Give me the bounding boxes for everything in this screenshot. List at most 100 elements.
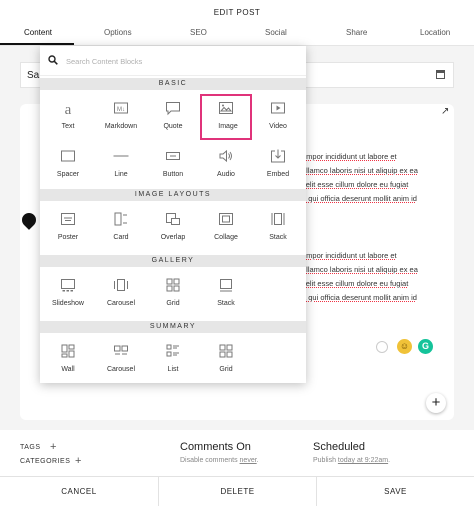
schedule-time-link[interactable]: today at 9:22am — [338, 457, 388, 464]
block-overlap[interactable]: Overlap — [147, 205, 199, 251]
paragraph-line: ullamco laboris nisi ut aliquip ex ea — [302, 166, 418, 175]
grid-icon — [166, 278, 180, 292]
block-stack-gallery[interactable]: Stack — [200, 271, 252, 317]
block-label: Markdown — [104, 123, 138, 130]
paragraph-line: velit esse cillum dolore eu fugiat — [302, 180, 409, 189]
cancel-button[interactable]: CANCEL — [0, 477, 158, 506]
block-label: Stack — [217, 300, 235, 307]
block-label: Image — [218, 123, 238, 130]
tags-label: TAGS — [20, 444, 41, 451]
slideshow-icon — [61, 279, 75, 292]
post-title-value: Sa — [27, 70, 40, 81]
video-icon — [271, 102, 285, 114]
stack-icon — [271, 213, 285, 225]
schedule-sub-suffix: . — [388, 457, 391, 464]
block-label: Slideshow — [52, 300, 84, 307]
block-label: Carousel — [106, 366, 135, 373]
block-label: Stack — [269, 234, 287, 241]
comments-never-link[interactable]: never — [240, 457, 257, 464]
block-audio[interactable]: Audio — [200, 142, 252, 188]
stack-icon — [220, 279, 232, 292]
paragraph-line: a qui officia deserunt mollit anim id — [302, 293, 417, 302]
delete-button[interactable]: DELETE — [159, 477, 316, 506]
wall-icon — [61, 344, 75, 358]
section-summary-header: SUMMARY — [40, 321, 306, 333]
button-icon — [166, 152, 180, 160]
carousel-icon — [114, 345, 128, 355]
svg-text:M↓: M↓ — [117, 107, 125, 113]
card-icon — [114, 212, 127, 226]
block-carousel-gallery[interactable]: Carousel — [95, 271, 147, 317]
assist-icon[interactable] — [376, 341, 388, 353]
schedule-heading[interactable]: Scheduled — [313, 441, 365, 453]
block-quote[interactable]: Quote — [147, 94, 199, 140]
block-label: Wall — [61, 366, 75, 373]
grammarly-icon[interactable]: G — [418, 339, 433, 354]
carousel-icon — [114, 279, 128, 291]
block-video[interactable]: Video — [252, 94, 304, 140]
block-label: Overlap — [160, 234, 186, 241]
page-title: EDIT POST — [213, 8, 261, 17]
grammar-toolbar: ☺ G — [372, 338, 436, 356]
tab-content[interactable]: Content — [24, 28, 52, 37]
block-card[interactable]: Card — [95, 205, 147, 251]
tab-social[interactable]: Social — [265, 28, 287, 37]
block-embed[interactable]: Embed — [252, 142, 304, 188]
block-line[interactable]: Line — [95, 142, 147, 188]
schedule-sub-prefix: Publish — [313, 457, 338, 464]
block-text[interactable]: a Text — [42, 94, 94, 140]
expand-icon[interactable]: ↗ — [441, 106, 449, 117]
add-tag-icon[interactable]: + — [50, 441, 56, 453]
block-poster[interactable]: Poster — [42, 205, 94, 251]
comments-sub-prefix: Disable comments — [180, 457, 240, 464]
block-image[interactable]: Image — [200, 94, 252, 140]
paragraph-line: empor incididunt ut labore et — [302, 152, 397, 161]
audio-icon — [219, 149, 232, 163]
block-label: Button — [162, 171, 184, 178]
paragraph-line: a qui officia deserunt mollit anim id — [302, 194, 417, 203]
tab-share[interactable]: Share — [346, 28, 367, 37]
tab-seo[interactable]: SEO — [190, 28, 207, 37]
comments-heading[interactable]: Comments On — [180, 441, 251, 453]
section-gallery-header: GALLERY — [40, 255, 306, 267]
paragraph-line: velit esse cillum dolore eu fugiat — [302, 279, 409, 288]
block-label: Text — [61, 123, 75, 130]
block-spacer[interactable]: Spacer — [42, 142, 94, 188]
add-category-icon[interactable]: + — [75, 455, 81, 467]
overlap-icon — [166, 213, 180, 225]
block-collage[interactable]: Collage — [200, 205, 252, 251]
grid-icon — [219, 344, 233, 358]
block-search-input[interactable] — [66, 52, 298, 70]
add-block-button[interactable]: + — [426, 393, 446, 413]
header: EDIT POST Content Options SEO Social Sha… — [0, 0, 474, 46]
block-grid-gallery[interactable]: Grid — [147, 271, 199, 317]
block-carousel-summary[interactable]: Carousel — [95, 337, 147, 383]
keyboard-icon[interactable] — [436, 70, 445, 79]
tab-location[interactable]: Location — [420, 28, 450, 37]
markdown-icon: M↓ — [114, 102, 128, 114]
block-markdown[interactable]: M↓ Markdown — [95, 94, 147, 140]
block-list[interactable]: List — [147, 337, 199, 383]
categories-label: CATEGORIES — [20, 458, 71, 465]
embed-icon — [271, 149, 285, 163]
image-icon — [219, 102, 233, 114]
block-grid-summary[interactable]: Grid — [200, 337, 252, 383]
block-slideshow[interactable]: Slideshow — [42, 271, 94, 317]
block-label: Grid — [219, 366, 233, 373]
save-button[interactable]: SAVE — [317, 477, 474, 506]
block-label: Audio — [217, 171, 235, 178]
spacer-icon — [61, 150, 75, 162]
block-button[interactable]: Button — [147, 142, 199, 188]
tab-options[interactable]: Options — [104, 28, 132, 37]
emoji-icon[interactable]: ☺ — [397, 339, 412, 354]
block-picker-panel: BASIC a Text M↓ Markdown Quote Image Vid… — [40, 46, 306, 383]
list-icon — [166, 344, 179, 357]
block-label: Line — [114, 171, 128, 178]
paragraph-line: empor incididunt ut labore et — [302, 251, 397, 260]
footer-bar: CANCEL DELETE SAVE — [0, 476, 474, 506]
text-icon: a — [65, 102, 72, 116]
block-label: Spacer — [56, 171, 80, 178]
block-stack-layout[interactable]: Stack — [252, 205, 304, 251]
section-basic-header: BASIC — [40, 78, 306, 90]
block-wall[interactable]: Wall — [42, 337, 94, 383]
